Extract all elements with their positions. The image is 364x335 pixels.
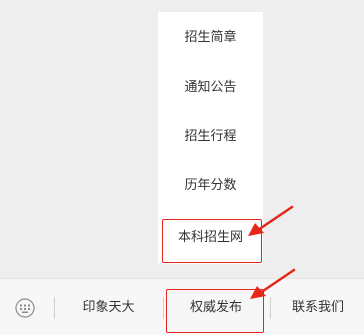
menu-item-notices[interactable]: 通知公告 bbox=[158, 68, 263, 108]
tab-divider bbox=[270, 297, 271, 319]
tab-impression-tianda[interactable]: 印象天大 bbox=[56, 293, 161, 323]
menu-item-admission-schedule[interactable]: 招生行程 bbox=[158, 117, 263, 157]
menu-item-admission-brochure[interactable]: 招生简章 bbox=[158, 18, 263, 58]
keyboard-icon bbox=[15, 298, 35, 318]
keyboard-toggle-button[interactable] bbox=[15, 298, 35, 318]
tab-divider bbox=[163, 297, 164, 319]
tab-contact-us[interactable]: 联系我们 bbox=[272, 293, 364, 323]
menu-item-undergraduate-admission-site[interactable]: 本科招生网 bbox=[158, 218, 263, 258]
bottom-tab-bar: 印象天大 权威发布 联系我们 bbox=[0, 278, 364, 335]
menu-item-historical-scores[interactable]: 历年分数 bbox=[158, 166, 263, 206]
tab-divider bbox=[54, 297, 55, 319]
tab-official-release[interactable]: 权威发布 bbox=[166, 293, 266, 323]
popup-menu: 招生简章 通知公告 招生行程 历年分数 本科招生网 bbox=[158, 12, 263, 264]
